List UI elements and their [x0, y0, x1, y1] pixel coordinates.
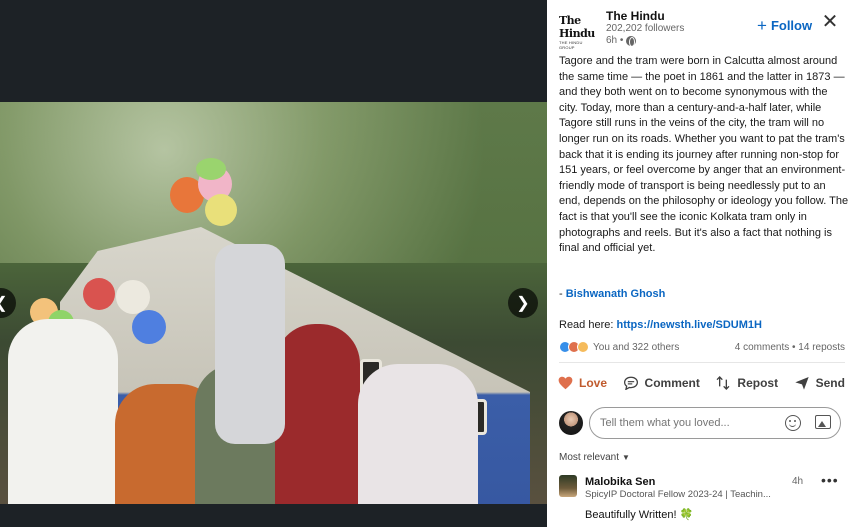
- insightful-icon: [577, 341, 589, 353]
- person: [358, 364, 478, 504]
- send-label: Send: [815, 376, 845, 390]
- send-button[interactable]: Send: [792, 369, 847, 397]
- next-image-button[interactable]: ❯: [508, 288, 538, 318]
- comment-label: Comment: [644, 376, 700, 390]
- media-pane: ❮ ❯: [0, 0, 547, 527]
- divider: [559, 362, 845, 363]
- post-time: 6h •: [606, 35, 637, 47]
- comment-item: Malobika Sen SpicyIP Doctoral Fellow 202…: [559, 472, 847, 527]
- plus-icon: +: [757, 16, 767, 35]
- follower-count: 202,202 followers: [606, 23, 685, 34]
- author-link[interactable]: Bishwanath Ghosh: [566, 288, 666, 300]
- close-button[interactable]: ✕: [819, 10, 841, 33]
- follow-button[interactable]: + Follow: [757, 16, 813, 35]
- org-name[interactable]: The Hindu: [606, 9, 665, 23]
- post-pane: The Hindu THE HINDU GROUP The Hindu 202,…: [547, 0, 855, 527]
- person: [215, 244, 285, 444]
- love-button[interactable]: Love: [555, 369, 609, 397]
- photo-people: [0, 244, 547, 504]
- post-time-text: 6h •: [606, 35, 624, 46]
- org-logo[interactable]: The Hindu THE HINDU GROUP: [559, 14, 597, 50]
- my-avatar: [559, 411, 583, 435]
- send-icon: [794, 375, 810, 391]
- commenter-headline: SpicyIP Doctoral Fellow 2023-24 | Teachi…: [585, 489, 771, 500]
- person: [8, 319, 118, 504]
- reactions-count[interactable]: You and 322 others: [593, 342, 679, 353]
- reaction-icons[interactable]: [559, 341, 589, 353]
- logo-subtext: THE HINDU GROUP: [559, 40, 583, 50]
- post-viewer: ❮ ❯ The Hindu THE HINDU GROUP The Hindu …: [0, 0, 855, 527]
- sort-label: Most relevant: [559, 452, 620, 463]
- balloon: [205, 194, 237, 226]
- post-header: The Hindu THE HINDU GROUP The Hindu 202,…: [547, 0, 855, 52]
- comment-time: 4h: [792, 476, 804, 487]
- chevron-right-icon: ❯: [516, 295, 530, 312]
- chevron-left-icon: ❮: [0, 293, 8, 313]
- heart-icon: [557, 375, 573, 391]
- repost-button[interactable]: Repost: [713, 369, 780, 397]
- repost-label: Repost: [737, 376, 779, 390]
- comment-input[interactable]: [589, 407, 841, 439]
- author-credit: - Bishwanath Ghosh: [559, 288, 665, 300]
- read-here-label: Read here:: [559, 319, 617, 331]
- follow-label: Follow: [770, 18, 813, 33]
- photo-sky: [0, 102, 547, 263]
- read-here-line: Read here: https://newsth.live/SDUM1H: [559, 319, 762, 331]
- social-counts: You and 322 others 4 comments • 14 repos…: [559, 340, 845, 356]
- image-icon[interactable]: [815, 415, 831, 429]
- logo-mark: The Hindu: [559, 14, 595, 40]
- balloon: [196, 158, 226, 180]
- article-link[interactable]: https://newsth.live/SDUM1H: [616, 319, 761, 331]
- author-prefix: -: [559, 288, 566, 300]
- emoji-icon[interactable]: [785, 415, 801, 431]
- comment-button[interactable]: Comment: [621, 369, 702, 397]
- caret-down-icon: ▼: [622, 453, 630, 462]
- more-options-icon[interactable]: •••: [821, 472, 839, 488]
- action-bar: Love Comment Repost Send: [555, 369, 847, 397]
- person: [275, 324, 360, 504]
- comment-text: Beautifully Written! 🍀: [585, 509, 694, 521]
- commenter-name[interactable]: Malobika Sen: [585, 476, 655, 488]
- repost-icon: [715, 375, 731, 391]
- commenter-avatar[interactable]: [559, 475, 577, 497]
- comment-icon: [623, 375, 639, 391]
- love-label: Love: [579, 376, 608, 390]
- comment-repost-count[interactable]: 4 comments • 14 reposts: [735, 342, 845, 353]
- post-photo[interactable]: [0, 102, 547, 504]
- globe-icon: [626, 35, 637, 47]
- close-icon: ✕: [821, 10, 839, 33]
- comment-composer: [559, 407, 851, 441]
- sort-dropdown[interactable]: Most relevant ▼: [559, 452, 630, 463]
- post-body-text: Tagore and the tram were born in Calcutt…: [559, 55, 849, 255]
